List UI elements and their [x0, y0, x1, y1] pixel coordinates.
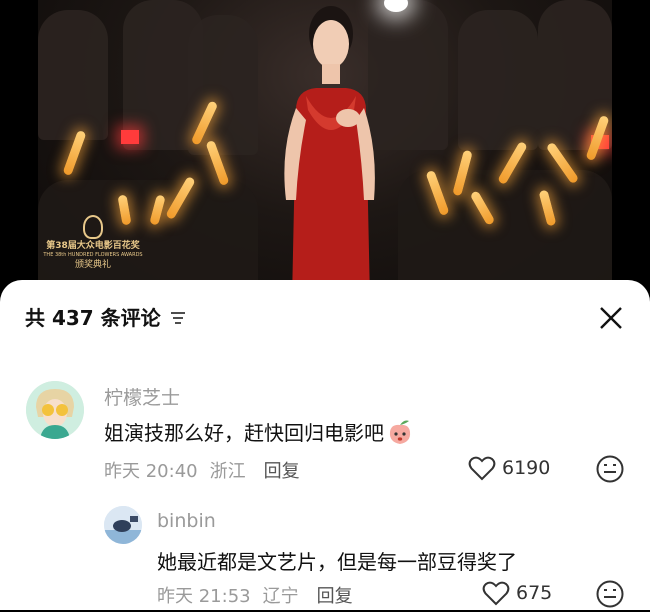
comment-username[interactable]: 柠檬芝士	[104, 383, 180, 410]
comment-item[interactable]: binbin 她最近都是文艺片，但是每一部豆得奖了 昨天 21:53 辽宁 回复…	[0, 502, 650, 612]
award-ceremony: 颁奖典礼	[74, 260, 111, 270]
performer-figure	[284, 6, 375, 300]
comment-username[interactable]: binbin	[157, 510, 216, 532]
comment-meta: 昨天 20:40 浙江 回复	[104, 457, 300, 483]
close-icon[interactable]	[597, 304, 625, 332]
comment-count-label: 共 437 条评论	[25, 306, 161, 330]
comment-time: 昨天 21:53	[157, 586, 251, 607]
award-title: 第38届大众电影百花奖	[46, 241, 140, 251]
comment-time: 昨天 20:40	[104, 461, 198, 482]
reply-button[interactable]: 回复	[317, 582, 353, 608]
avatar[interactable]	[104, 506, 142, 544]
like-button[interactable]: 675	[482, 580, 552, 606]
emoji-reaction-icon[interactable]	[595, 579, 625, 609]
award-logo: 第38届大众电影百花奖 THE 38th HUNDRED FLOWERS AWA…	[38, 215, 148, 271]
emoji-reaction-icon[interactable]	[595, 454, 625, 484]
comment-count-title[interactable]: 共 437 条评论	[25, 300, 625, 336]
heart-icon	[482, 581, 510, 606]
peach-emoji-icon	[389, 420, 411, 444]
comment-text-content: 姐演技那么好，赶快回归电影吧	[104, 421, 384, 445]
like-count: 6190	[502, 457, 551, 479]
comments-header: 共 437 条评论	[25, 300, 625, 336]
trophy-icon	[83, 215, 103, 239]
comments-sheet: 共 437 条评论 柠檬芝士 姐演技那么好，赶快回归电影吧 昨天 20:40 浙…	[0, 280, 650, 610]
like-count: 675	[516, 582, 553, 604]
comment-meta: 昨天 21:53 辽宁 回复	[157, 582, 353, 608]
sort-icon[interactable]	[169, 310, 187, 326]
avatar[interactable]	[26, 381, 84, 439]
heart-icon	[468, 456, 496, 481]
award-subtitle: THE 38th HUNDRED FLOWERS AWARDS	[43, 252, 143, 258]
comment-item[interactable]: 柠檬芝士 姐演技那么好，赶快回归电影吧 昨天 20:40 浙江 回复 6190	[0, 375, 650, 485]
comment-location: 浙江	[209, 461, 246, 482]
stage-scene: 第38届大众电影百花奖 THE 38th HUNDRED FLOWERS AWA…	[38, 0, 612, 300]
like-button[interactable]: 6190	[468, 455, 550, 481]
video-player[interactable]: 第38届大众电影百花奖 THE 38th HUNDRED FLOWERS AWA…	[0, 0, 650, 300]
comment-text: 姐演技那么好，赶快回归电影吧	[104, 417, 414, 446]
comment-location: 辽宁	[262, 586, 299, 607]
comment-text: 她最近都是文艺片，但是每一部豆得奖了	[157, 550, 517, 574]
reply-button[interactable]: 回复	[264, 457, 300, 483]
